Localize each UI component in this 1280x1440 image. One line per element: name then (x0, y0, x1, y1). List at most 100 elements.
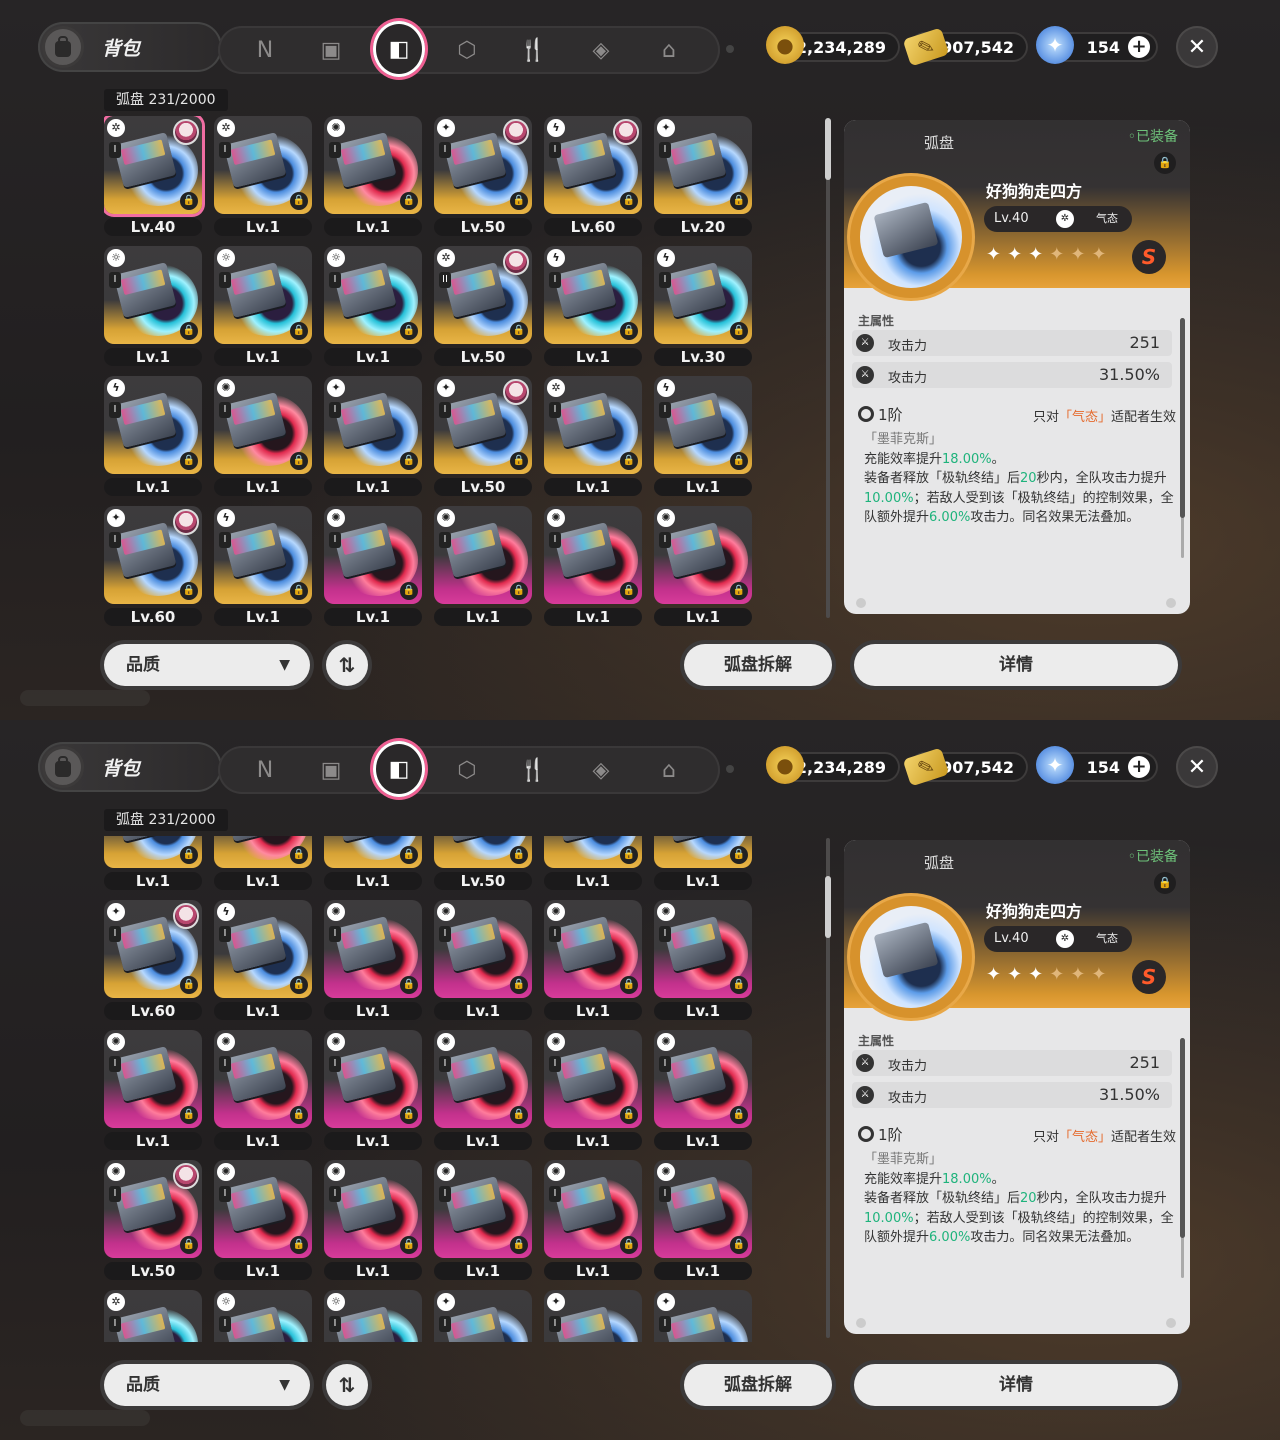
disc-card[interactable]: ✦I🔒Lv.50 (434, 376, 532, 496)
dismantle-button[interactable]: 弧盘拆解 (684, 644, 832, 686)
disc-card[interactable]: ✺I🔒Lv.1 (544, 1030, 642, 1150)
disc-card[interactable]: ✺I🔒Lv.1 (324, 506, 422, 626)
detail-scrollbar[interactable] (1180, 318, 1185, 558)
disc-card[interactable]: ✲ I 🔒 Lv.40 (104, 116, 202, 236)
disc-card[interactable]: ✲I🔒Lv.1 (544, 836, 642, 890)
disc-card[interactable]: ✺I🔒Lv.1 (654, 900, 752, 1020)
lock-toggle-icon[interactable]: 🔒 (1154, 872, 1176, 894)
disc-card[interactable]: ✺I🔒Lv.1 (544, 1160, 642, 1280)
disc-card[interactable]: ✺I🔒Lv.1 (214, 376, 312, 496)
disc-level-label: Lv.1 (214, 1262, 312, 1280)
add-polychrome-button[interactable]: + (1128, 756, 1150, 778)
disc-rank-tag: I (659, 402, 671, 418)
disc-card[interactable]: ϟ I 🔒 Lv.60 (544, 116, 642, 236)
disc-card[interactable]: ϟ I 🔒 Lv.30 (654, 246, 752, 366)
grid-scrollbar[interactable] (825, 118, 831, 618)
disc-card[interactable]: ✦I🔒Lv.1 (324, 836, 422, 890)
disc-card[interactable]: ✺ I 🔒 Lv.50 (104, 1160, 202, 1280)
disc-card-image: ✺ I 🔒 (434, 1160, 532, 1258)
disc-element-icon: ✦ (327, 379, 345, 397)
disc-card[interactable]: ✲I🔒Lv.1 (544, 376, 642, 496)
disc-card[interactable]: ϟI🔒Lv.1 (104, 836, 202, 890)
disc-card[interactable]: ϟI🔒Lv.1 (214, 506, 312, 626)
tab-materials-icon[interactable]: ⬡ (446, 749, 488, 791)
tab-agents-icon[interactable]: N (244, 749, 286, 791)
disc-card[interactable]: ✺I🔒Lv.1 (214, 1160, 312, 1280)
disc-card[interactable]: ϟI🔒Lv.1 (214, 900, 312, 1020)
disc-card[interactable]: ✺I🔒Lv.1 (654, 506, 752, 626)
disc-card[interactable]: ϟI🔒Lv.1 (544, 246, 642, 366)
disc-card[interactable]: ☼ I 🔒 Lv.1 (104, 246, 202, 366)
disc-card[interactable]: ✺I🔒Lv.1 (104, 1030, 202, 1150)
disc-card[interactable]: ✲ II 🔒 Lv.50 (434, 246, 532, 366)
tab-items-icon[interactable]: ◈ (580, 29, 622, 71)
add-polychrome-button[interactable]: + (1128, 36, 1150, 58)
disc-card[interactable]: ☼ I 🔒 Lv.1 (214, 246, 312, 366)
detail-scrollbar[interactable] (1180, 1038, 1185, 1278)
disc-card[interactable]: ✦ I 🔒 Lv.60 (104, 900, 202, 1020)
disc-card[interactable]: ☼I🔒 (324, 1290, 422, 1342)
quality-filter-dropdown[interactable]: 品质 ▼ (104, 644, 310, 686)
disc-card[interactable]: ✦I🔒Lv.50 (434, 116, 532, 236)
disc-element-icon: ✺ (547, 903, 565, 921)
close-button[interactable]: ✕ (1176, 26, 1218, 68)
polychrome-gem-icon: ✦ (1036, 26, 1074, 64)
disc-card[interactable]: ✺I🔒Lv.1 (214, 1030, 312, 1150)
tab-items-icon[interactable]: ◈ (580, 749, 622, 791)
grid-scrollbar[interactable] (825, 838, 831, 1338)
disc-card[interactable]: ✦I🔒 (434, 1290, 532, 1342)
disc-card[interactable]: ✺I🔒Lv.1 (654, 1030, 752, 1150)
tab-drive-disc-icon[interactable]: ◧ (373, 21, 425, 77)
disc-card[interactable]: ✦ I 🔒 Lv.20 (654, 116, 752, 236)
disc-card-image: ✦I🔒 (544, 1290, 642, 1342)
disc-card[interactable]: ✺I🔒Lv.1 (434, 1030, 532, 1150)
close-button[interactable]: ✕ (1176, 746, 1218, 788)
disc-card[interactable]: ✺I🔒Lv.1 (214, 836, 312, 890)
disc-card[interactable]: ϟI🔒Lv.1 (654, 836, 752, 890)
disc-card[interactable]: ✺I🔒Lv.1 (434, 900, 532, 1020)
tab-bangboo-icon[interactable]: ▣ (310, 29, 352, 71)
disc-card[interactable]: ✺I🔒Lv.1 (324, 900, 422, 1020)
grid-scroll-thumb[interactable] (825, 118, 831, 180)
disc-level-label: Lv.1 (104, 872, 202, 890)
disc-card[interactable]: ✺I🔒Lv.1 (324, 1030, 422, 1150)
disc-card[interactable]: ✦I🔒Lv.1 (324, 376, 422, 496)
tab-home-icon[interactable]: ⌂ (648, 29, 690, 71)
details-button[interactable]: 详情 (854, 1364, 1178, 1406)
disc-card[interactable]: ✦I🔒Lv.50 (434, 836, 532, 890)
disc-card[interactable]: ϟI🔒Lv.1 (654, 376, 752, 496)
sort-order-button[interactable]: ⇅ (326, 1364, 368, 1406)
disc-card[interactable]: ✦I🔒 (544, 1290, 642, 1342)
disc-card[interactable]: ✦I🔒 (654, 1290, 752, 1342)
disc-card[interactable]: ✲I🔒 (104, 1290, 202, 1342)
disc-card[interactable]: ✺I🔒Lv.1 (654, 1160, 752, 1280)
disc-rank-tag: I (549, 1316, 561, 1332)
tab-drive-disc-icon[interactable]: ◧ (373, 741, 425, 797)
grid-scroll-thumb[interactable] (825, 876, 831, 938)
disc-card-image: ✦I🔒 (324, 836, 422, 868)
disc-card[interactable]: ☼ I 🔒 Lv.1 (324, 246, 422, 366)
tab-food-icon[interactable]: 🍴 (512, 29, 554, 71)
details-button[interactable]: 详情 (854, 644, 1178, 686)
disc-card[interactable]: ϟI🔒Lv.1 (104, 376, 202, 496)
sort-order-button[interactable]: ⇅ (326, 644, 368, 686)
tab-home-icon[interactable]: ⌂ (648, 749, 690, 791)
lock-toggle-icon[interactable]: 🔒 (1154, 152, 1176, 174)
disc-card[interactable]: ✺I🔒Lv.1 (434, 506, 532, 626)
quality-filter-dropdown[interactable]: 品质 ▼ (104, 1364, 310, 1406)
tab-materials-icon[interactable]: ⬡ (446, 29, 488, 71)
disc-card[interactable]: ✲I🔒Lv.1 (214, 116, 312, 236)
detail-body: 主属性 ⚔ 攻击力 251 ⚔ 攻击力 31.50% 1阶 只对「气态」适配者生效 「墨… (844, 1008, 1190, 1334)
tab-bangboo-icon[interactable]: ▣ (310, 749, 352, 791)
dismantle-button[interactable]: 弧盘拆解 (684, 1364, 832, 1406)
disc-card[interactable]: ✺I🔒Lv.1 (324, 1160, 422, 1280)
p2g3: 6.00% (929, 1230, 971, 1245)
disc-card[interactable]: ✺I🔒Lv.1 (544, 900, 642, 1020)
disc-card[interactable]: ✺I🔒Lv.1 (544, 506, 642, 626)
disc-card[interactable]: ✦ I 🔒 Lv.60 (104, 506, 202, 626)
disc-card[interactable]: ✺I🔒Lv.1 (434, 1160, 532, 1280)
disc-card[interactable]: ✺I🔒Lv.1 (324, 116, 422, 236)
tab-food-icon[interactable]: 🍴 (512, 749, 554, 791)
tab-agents-icon[interactable]: N (244, 29, 286, 71)
disc-card[interactable]: ☼I🔒 (214, 1290, 312, 1342)
